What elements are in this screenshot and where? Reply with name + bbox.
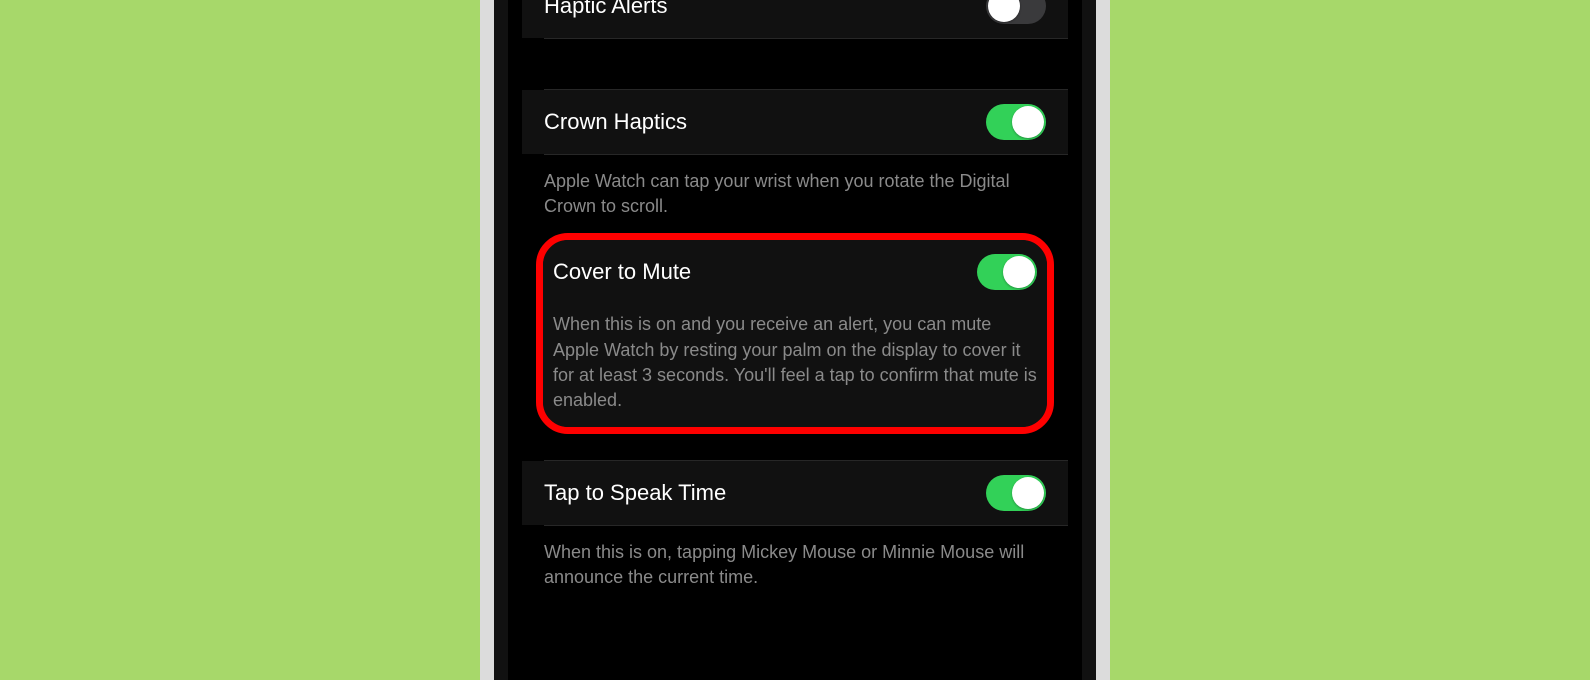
cover-to-mute-description: When this is on and you receive an alert… — [543, 304, 1047, 427]
phone-bezel: Haptic Alerts Crown Haptics Apple Watch … — [494, 0, 1096, 680]
section-gap — [522, 434, 1068, 460]
toggle-knob-icon — [1012, 477, 1044, 509]
row-haptic-alerts[interactable]: Haptic Alerts — [522, 0, 1068, 38]
settings-screen: Haptic Alerts Crown Haptics Apple Watch … — [522, 0, 1068, 680]
crown-haptics-description: Apple Watch can tap your wrist when you … — [522, 155, 1068, 233]
cover-to-mute-label: Cover to Mute — [553, 259, 691, 285]
haptic-alerts-toggle[interactable] — [986, 0, 1046, 24]
cover-to-mute-callout: Cover to Mute When this is on and you re… — [536, 233, 1054, 434]
toggle-knob-icon — [1003, 256, 1035, 288]
row-crown-haptics[interactable]: Crown Haptics — [522, 90, 1068, 154]
tap-to-speak-time-toggle[interactable] — [986, 475, 1046, 511]
toggle-knob-icon — [1012, 106, 1044, 138]
crown-haptics-label: Crown Haptics — [544, 109, 687, 135]
toggle-knob-icon — [988, 0, 1020, 22]
crown-haptics-toggle[interactable] — [986, 104, 1046, 140]
cover-to-mute-toggle[interactable] — [977, 254, 1037, 290]
row-cover-to-mute[interactable]: Cover to Mute — [543, 240, 1047, 304]
row-tap-to-speak-time[interactable]: Tap to Speak Time — [522, 461, 1068, 525]
phone-frame: Haptic Alerts Crown Haptics Apple Watch … — [480, 0, 1110, 680]
tap-to-speak-time-description: When this is on, tapping Mickey Mouse or… — [522, 526, 1068, 604]
tap-to-speak-time-label: Tap to Speak Time — [544, 480, 726, 506]
haptic-alerts-label: Haptic Alerts — [544, 0, 668, 19]
section-gap — [522, 39, 1068, 89]
